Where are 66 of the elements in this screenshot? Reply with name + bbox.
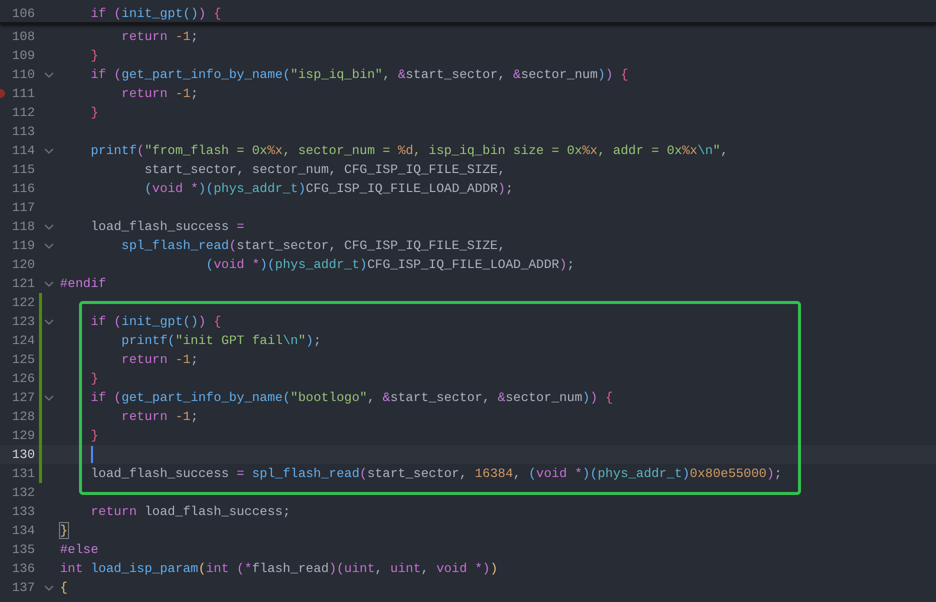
code-line: } xyxy=(90,104,98,122)
line-number: 109 xyxy=(10,47,35,65)
code-line: } xyxy=(90,370,98,388)
code-line: } xyxy=(90,47,98,65)
line-number: 116 xyxy=(10,180,35,198)
line-number: 133 xyxy=(10,503,35,521)
line-number: 120 xyxy=(10,256,35,274)
line-number: 117 xyxy=(10,199,35,217)
line-number: 110 xyxy=(10,66,35,84)
line-number: 124 xyxy=(10,332,35,350)
line-number: 128 xyxy=(10,408,35,426)
code-line: if (init_gpt()) { xyxy=(90,313,222,331)
code-line: spl_flash_read(start_sector, CFG_ISP_IQ_FILE_SIZE, xyxy=(120,237,506,255)
code-line: { xyxy=(60,579,68,597)
line-number: 119 xyxy=(10,237,35,255)
line-number: 114 xyxy=(10,142,35,160)
code-line: (void *)(phys_addr_t)CFG_ISP_IQ_FILE_LOAD_ADDR); xyxy=(143,180,514,198)
code-line: start_sector, sector_num, CFG_ISP_IQ_FILE_SIZE, xyxy=(143,161,506,179)
line-number: 121 xyxy=(10,275,35,293)
fold-chevron-icon[interactable] xyxy=(44,242,54,248)
line-number: 137 xyxy=(10,579,35,597)
code-line: (void *)(phys_addr_t)CFG_ISP_IQ_FILE_LOAD_ADDR); xyxy=(204,256,575,274)
line-number: 115 xyxy=(10,161,35,179)
line-number: 134 xyxy=(10,522,35,540)
code-line: load_flash_success = xyxy=(90,218,244,236)
fold-chevron-icon[interactable] xyxy=(44,224,54,230)
code-line: printf("init GPT fail\n"); xyxy=(120,332,322,350)
code-line: if (get_part_info_by_name("isp_iq_bin", &start_sector, &sector_num)) { xyxy=(90,66,628,84)
fold-chevron-icon[interactable] xyxy=(44,584,54,590)
line-number: 126 xyxy=(10,370,35,388)
code-line: return -1; xyxy=(120,351,198,369)
text-cursor xyxy=(90,446,93,463)
line-number: 127 xyxy=(10,389,35,407)
line-number: 106 xyxy=(10,5,35,23)
fold-chevron-icon[interactable] xyxy=(44,148,54,154)
fold-chevron-icon[interactable] xyxy=(44,318,54,324)
line-number: 136 xyxy=(10,560,35,578)
code-line: #endif xyxy=(60,275,106,293)
fold-chevron-icon[interactable] xyxy=(44,280,54,286)
line-number: 118 xyxy=(10,218,35,236)
line-number: 125 xyxy=(10,351,35,369)
line-number: 130 xyxy=(10,446,35,464)
line-number: 132 xyxy=(10,484,35,502)
code-line: return load_flash_success; xyxy=(90,503,290,521)
line-number: 129 xyxy=(10,427,35,445)
code-line: load_flash_success = spl_flash_read(start_sector, 16384, (void *)(phys_addr_t)0x80e55000); xyxy=(90,465,782,483)
line-number: 108 xyxy=(10,28,35,46)
line-number: 113 xyxy=(10,123,35,141)
code-line: return -1; xyxy=(120,408,198,426)
line-number: 131 xyxy=(10,465,35,483)
code-line: int load_isp_param(int (*flash_read)(uint, uint, void *)) xyxy=(60,560,498,578)
code-line: return -1; xyxy=(120,85,198,103)
line-number: 122 xyxy=(10,294,35,312)
code-line: printf("from_flash = 0x%x, sector_num = %d, isp_iq_bin size = 0x%x, addr = 0x%x\n", xyxy=(90,142,728,160)
line-number: 135 xyxy=(10,541,35,559)
code-line: if (get_part_info_by_name("bootlogo", &start_sector, &sector_num)) { xyxy=(90,389,613,407)
code-line: return -1; xyxy=(120,28,198,46)
fold-chevron-icon[interactable] xyxy=(44,394,54,400)
code-line: } xyxy=(90,427,98,445)
line-number: 112 xyxy=(10,104,35,122)
fold-chevron-icon[interactable] xyxy=(44,72,54,78)
line-number: 123 xyxy=(10,313,35,331)
code-line: if (init_gpt()) { xyxy=(90,5,222,23)
code-line: #else xyxy=(60,541,98,559)
line-number: 111 xyxy=(10,85,35,103)
code-line: } xyxy=(60,522,68,540)
